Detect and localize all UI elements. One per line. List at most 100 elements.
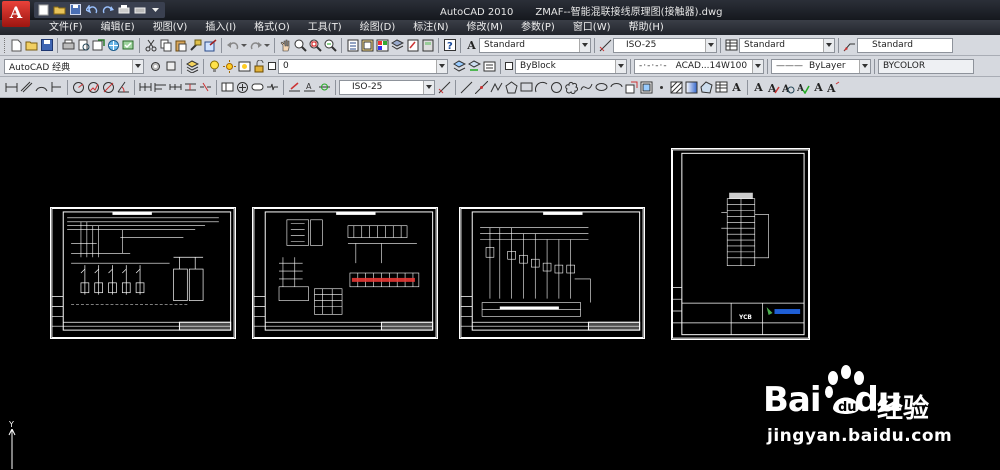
circle-icon[interactable] — [549, 79, 564, 95]
markup-set-icon[interactable] — [405, 37, 420, 53]
pan-icon[interactable] — [278, 37, 293, 53]
ellipse-arc-icon[interactable] — [609, 79, 624, 95]
rectangle-icon[interactable] — [519, 79, 534, 95]
toolbar-grip[interactable] — [4, 37, 7, 53]
drawing-sheet-3[interactable] — [459, 207, 645, 339]
revision-cloud-icon[interactable] — [564, 79, 579, 95]
properties-icon[interactable] — [345, 37, 360, 53]
menu-insert[interactable]: 插入(I) — [196, 20, 245, 35]
paste-icon[interactable] — [173, 37, 188, 53]
layer-thaw-sun-icon[interactable] — [222, 58, 237, 74]
aligned-dimension-icon[interactable] — [19, 79, 34, 95]
drawing-sheet-1[interactable] — [50, 207, 236, 339]
design-center-icon[interactable] — [360, 37, 375, 53]
arc-length-icon[interactable] — [34, 79, 49, 95]
menu-window[interactable]: 窗口(W) — [564, 20, 620, 35]
dimension-space-icon[interactable] — [183, 79, 198, 95]
polyline-icon[interactable] — [489, 79, 504, 95]
block-editor-icon[interactable] — [203, 37, 218, 53]
edit-text-icon[interactable]: A — [766, 79, 781, 95]
dimension-style-select[interactable]: ISO-25 — [613, 37, 717, 53]
scale-text-icon[interactable]: A — [826, 79, 841, 95]
zoom-realtime-icon[interactable] — [293, 37, 308, 53]
tolerance-icon[interactable] — [220, 79, 235, 95]
region-icon[interactable] — [699, 79, 714, 95]
menu-view[interactable]: 视图(V) — [144, 20, 197, 35]
dimension-edit-icon[interactable] — [287, 79, 302, 95]
menu-help[interactable]: 帮助(H) — [620, 20, 673, 35]
spell-check-icon[interactable]: A — [796, 79, 811, 95]
dimension-update-icon[interactable] — [317, 79, 332, 95]
multiline-text-icon[interactable]: A — [729, 79, 744, 95]
inspection-icon[interactable] — [250, 79, 265, 95]
quick-dimension-icon[interactable] — [138, 79, 153, 95]
match-properties-icon[interactable] — [188, 37, 203, 53]
zoom-window-icon[interactable] — [308, 37, 323, 53]
table-style-select[interactable]: Standard — [739, 37, 835, 53]
tool-palettes-icon[interactable] — [375, 37, 390, 53]
linear-dimension-icon[interactable] — [4, 79, 19, 95]
gradient-icon[interactable] — [684, 79, 699, 95]
spline-icon[interactable] — [579, 79, 594, 95]
etransmit-icon[interactable] — [121, 37, 136, 53]
make-object-layer-current-icon[interactable] — [452, 58, 467, 74]
redo-dropdown-icon[interactable] — [263, 37, 271, 53]
layer-properties-manager-icon[interactable] — [185, 58, 200, 74]
layer-viewport-freeze-icon[interactable] — [237, 58, 252, 74]
open-icon[interactable] — [24, 37, 39, 53]
continue-dimension-icon[interactable] — [168, 79, 183, 95]
layer-unlock-icon[interactable] — [252, 58, 267, 74]
plot-icon[interactable] — [61, 37, 76, 53]
dimension-text-edit-icon[interactable]: A — [302, 79, 317, 95]
lineweight-control-select[interactable]: ——— ByLayer — [771, 58, 871, 74]
drawing-sheet-4[interactable]: YCB — [671, 148, 810, 340]
new-file-icon[interactable] — [36, 2, 51, 17]
toolbar-dropdown-icon[interactable] — [163, 58, 178, 74]
undo-icon[interactable] — [225, 37, 240, 53]
jogged-dimension-icon[interactable] — [86, 79, 101, 95]
insert-block-icon[interactable] — [624, 79, 639, 95]
multileader-style-select[interactable]: Standard — [857, 37, 953, 53]
new-icon[interactable] — [9, 37, 24, 53]
center-mark-icon[interactable] — [235, 79, 250, 95]
baseline-dimension-icon[interactable] — [153, 79, 168, 95]
line-icon[interactable] — [459, 79, 474, 95]
undo-dropdown-icon[interactable] — [240, 37, 248, 53]
radius-dimension-icon[interactable] — [71, 79, 86, 95]
text-style-icon[interactable]: A — [464, 37, 479, 53]
layer-previous-icon[interactable] — [467, 58, 482, 74]
dimension-style-icon[interactable] — [598, 37, 613, 53]
cut-icon[interactable] — [143, 37, 158, 53]
workspace-select[interactable]: AutoCAD 经典 — [4, 58, 144, 74]
plot-icon[interactable] — [116, 2, 131, 17]
autocad-logo-button[interactable]: A — [2, 1, 30, 27]
open-folder-icon[interactable] — [52, 2, 67, 17]
menu-dimension[interactable]: 标注(N) — [404, 20, 457, 35]
customize-dropdown-icon[interactable] — [148, 2, 163, 17]
jogged-linear-icon[interactable] — [265, 79, 280, 95]
layer-select[interactable]: 0 — [278, 58, 448, 74]
plot-preview-icon[interactable] — [132, 2, 147, 17]
polygon-icon[interactable] — [504, 79, 519, 95]
arc-icon[interactable] — [534, 79, 549, 95]
publish-icon[interactable] — [91, 37, 106, 53]
copy-icon[interactable] — [158, 37, 173, 53]
quickcalc-icon[interactable] — [420, 37, 435, 53]
dimension-style-select-2[interactable]: ISO-25 — [339, 79, 435, 95]
plot-style-control-select[interactable]: BYCOLOR — [878, 58, 974, 74]
drawing-sheet-2[interactable] — [252, 207, 438, 339]
text-icon[interactable]: A — [751, 79, 766, 95]
color-control-select[interactable]: ByBlock — [515, 58, 627, 74]
layer-states-icon[interactable] — [482, 58, 497, 74]
text-style-select[interactable]: Standard — [479, 37, 591, 53]
save-icon[interactable] — [39, 37, 54, 53]
undo-icon[interactable] — [84, 2, 99, 17]
text-style-icon-2[interactable]: A — [811, 79, 826, 95]
3d-dwf-icon[interactable] — [106, 37, 121, 53]
linetype-control-select[interactable]: -·-·-·- ACAD...14W100 — [634, 58, 764, 74]
menu-draw[interactable]: 绘图(D) — [351, 20, 405, 35]
table-style-icon[interactable] — [724, 37, 739, 53]
zoom-previous-icon[interactable] — [323, 37, 338, 53]
plot-preview-icon[interactable] — [76, 37, 91, 53]
menu-edit[interactable]: 编辑(E) — [92, 20, 144, 35]
